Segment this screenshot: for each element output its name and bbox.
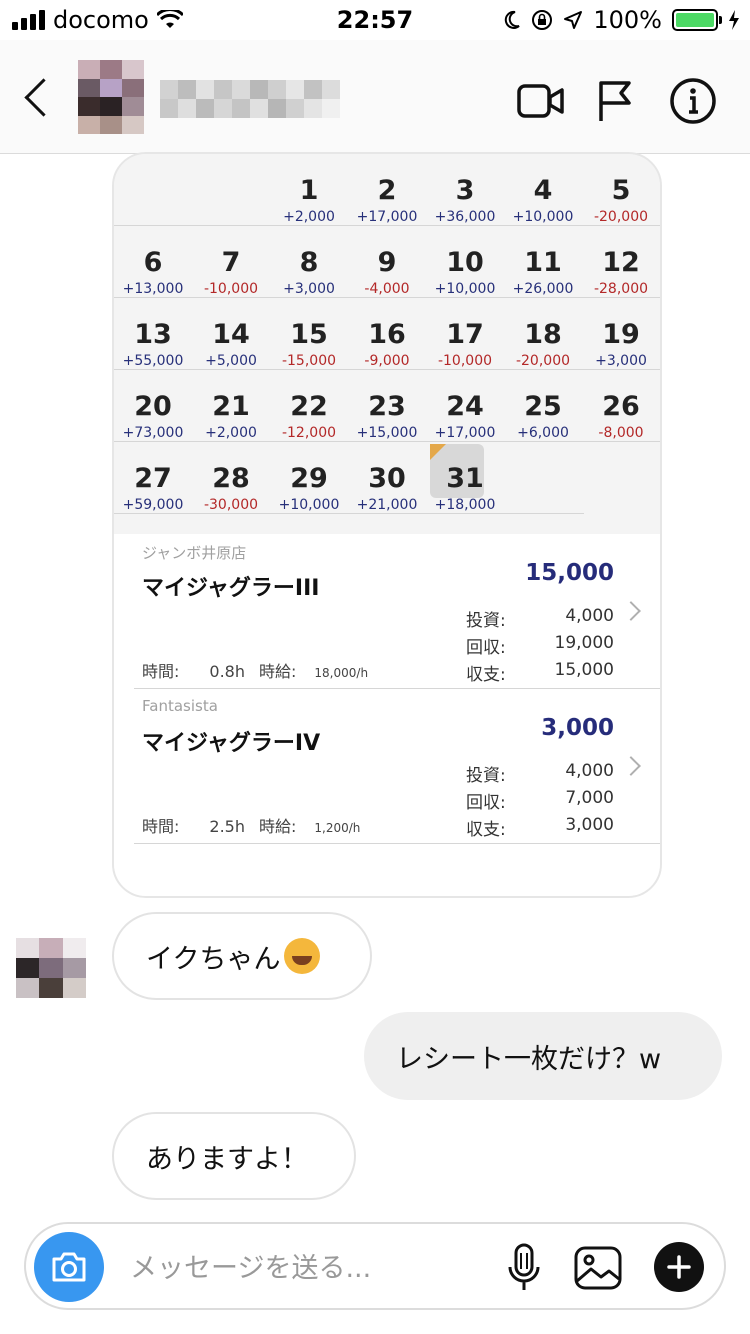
stat-row: 回収: 19,000 <box>466 633 614 658</box>
message-text: レシート一枚だけ？w <box>396 1043 662 1075</box>
session-stats: 投資: 4,000 回収: 7,000 収支: 3,000 <box>466 761 614 842</box>
session-total: 15,000 <box>525 560 614 586</box>
calendar-week: 13 +55,000 14 +5,000 15 -15,000 16 -9,000 17… <box>114 298 660 370</box>
stat-row: 収支: 15,000 <box>466 660 614 685</box>
calendar-day: 11 +26,000 <box>512 247 574 298</box>
charging-icon <box>729 10 739 30</box>
session-meta: 時間: 0.8h 時給: 18,000/h <box>142 662 369 681</box>
calendar-day: 16 -9,000 <box>364 319 410 370</box>
calendar-week: 27 +59,000 28 -30,000 29 +10,000 30 +21,000 … <box>114 442 584 514</box>
calendar-day: 1 +2,000 <box>283 175 335 226</box>
calendar-day: 4 +10,000 <box>512 175 574 226</box>
calendar-week: 20 +73,000 21 +2,000 22 -12,000 23 +15,000 2… <box>114 370 660 442</box>
calendar-week: 1 +2,000 2 +17,000 3 +36,000 4 +10,000 5 -20,… <box>114 154 660 226</box>
gallery-icon[interactable] <box>572 1242 624 1294</box>
store-name: ジャンボ井原店 <box>142 544 247 562</box>
status-bar: docomo 22:57 100% <box>0 0 750 40</box>
calendar-week: 6 +13,000 7 -10,000 8 +3,000 9 -4,000 10 +10,… <box>114 226 660 298</box>
message-composer <box>24 1222 726 1310</box>
calendar-day: 30 +21,000 <box>356 463 418 514</box>
microphone-icon[interactable] <box>498 1242 550 1294</box>
session-meta: 時間: 2.5h 時給: 1,200/h <box>142 817 361 836</box>
camera-button[interactable] <box>34 1232 104 1302</box>
stat-row: 回収: 7,000 <box>466 788 614 813</box>
stat-row: 投資: 4,000 <box>466 606 614 631</box>
plus-icon[interactable] <box>654 1242 704 1292</box>
message-bubble-incoming[interactable]: イクちゃん <box>112 912 372 1000</box>
battery-icon <box>672 9 722 31</box>
message-text: イクちゃん <box>146 943 281 975</box>
video-call-icon[interactable] <box>514 74 568 128</box>
calendar-day: 18 -20,000 <box>515 319 571 370</box>
calendar-day: 24 +17,000 <box>434 391 496 442</box>
laughing-emoji-icon <box>284 938 321 974</box>
calendar-day: 23 +15,000 <box>356 391 418 442</box>
message-bubble-incoming[interactable]: ありますよ！ <box>112 1112 356 1200</box>
calendar-day: 3 +36,000 <box>434 175 496 226</box>
chevron-right-icon <box>621 756 641 776</box>
calendar-day: 19 +3,000 <box>595 319 647 370</box>
battery-percent: 100% <box>593 6 662 34</box>
message-text: ありますよ！ <box>146 1143 308 1175</box>
info-icon[interactable] <box>666 74 720 128</box>
calendar-day: 9 -4,000 <box>364 247 410 298</box>
back-icon[interactable] <box>18 74 58 124</box>
calendar-day: 7 -10,000 <box>203 247 259 298</box>
calendar-grid: 1 +2,000 2 +17,000 3 +36,000 4 +10,000 5 -20,… <box>114 154 660 534</box>
calendar-day: 27 +59,000 <box>122 463 184 514</box>
calendar-day: 12 -28,000 <box>593 247 649 298</box>
location-icon <box>564 11 583 29</box>
today-marker <box>430 444 446 460</box>
contact-avatar[interactable] <box>78 60 144 134</box>
message-input[interactable] <box>130 1248 470 1288</box>
camera-icon <box>52 1252 86 1282</box>
machine-name: マイジャグラーIV <box>142 731 321 756</box>
divider <box>134 843 660 844</box>
calendar-day: 6 +13,000 <box>122 247 184 298</box>
calendar-day: 2 +17,000 <box>356 175 418 226</box>
session-entry: Fantasista マイジャグラーIV 3,000 投資: 4,000 回収: 7… <box>114 689 660 844</box>
calendar-day: 17 -10,000 <box>437 319 493 370</box>
calendar-day: 20 +73,000 <box>122 391 184 442</box>
shared-image-message[interactable]: 1 +2,000 2 +17,000 3 +36,000 4 +10,000 5 -20,… <box>112 152 662 898</box>
calendar-day: 22 -12,000 <box>281 391 337 442</box>
session-list: ジャンボ井原店 マイジャグラーIII 15,000 投資: 4,000 回収: 19… <box>114 534 660 896</box>
stat-row: 収支: 3,000 <box>466 815 614 840</box>
message-bubble-outgoing[interactable]: レシート一枚だけ？w <box>364 1012 722 1100</box>
session-entry: ジャンボ井原店 マイジャグラーIII 15,000 投資: 4,000 回収: 19… <box>114 534 660 689</box>
calendar-day: 5 -20,000 <box>593 175 649 226</box>
calendar-day: 25 +6,000 <box>517 391 569 442</box>
session-total: 3,000 <box>541 715 614 741</box>
calendar-day: 10 +10,000 <box>434 247 496 298</box>
store-name: Fantasista <box>142 697 218 715</box>
stat-row: 投資: 4,000 <box>466 761 614 786</box>
calendar-day: 15 -15,000 <box>281 319 337 370</box>
moon-icon <box>505 10 521 29</box>
status-right: 100% <box>503 6 740 34</box>
chat-header <box>0 40 750 154</box>
calendar-day: 21 +2,000 <box>205 391 257 442</box>
sender-avatar[interactable] <box>16 938 86 998</box>
contact-name-blurred[interactable] <box>160 80 340 118</box>
calendar-day: 8 +3,000 <box>283 247 335 298</box>
session-stats: 投資: 4,000 回収: 19,000 収支: 15,000 <box>466 606 614 687</box>
calendar-day-selected: 31 +18,000 <box>426 442 504 514</box>
flag-icon[interactable] <box>588 74 642 128</box>
chevron-right-icon <box>621 601 641 621</box>
calendar-day: 29 +10,000 <box>278 463 340 514</box>
machine-name: マイジャグラーIII <box>142 576 320 601</box>
calendar-day: 26 -8,000 <box>598 391 644 442</box>
calendar-day: 14 +5,000 <box>205 319 257 370</box>
calendar-day: 28 -30,000 <box>203 463 259 514</box>
calendar-day: 13 +55,000 <box>122 319 184 370</box>
orientation-lock-icon <box>532 10 553 30</box>
